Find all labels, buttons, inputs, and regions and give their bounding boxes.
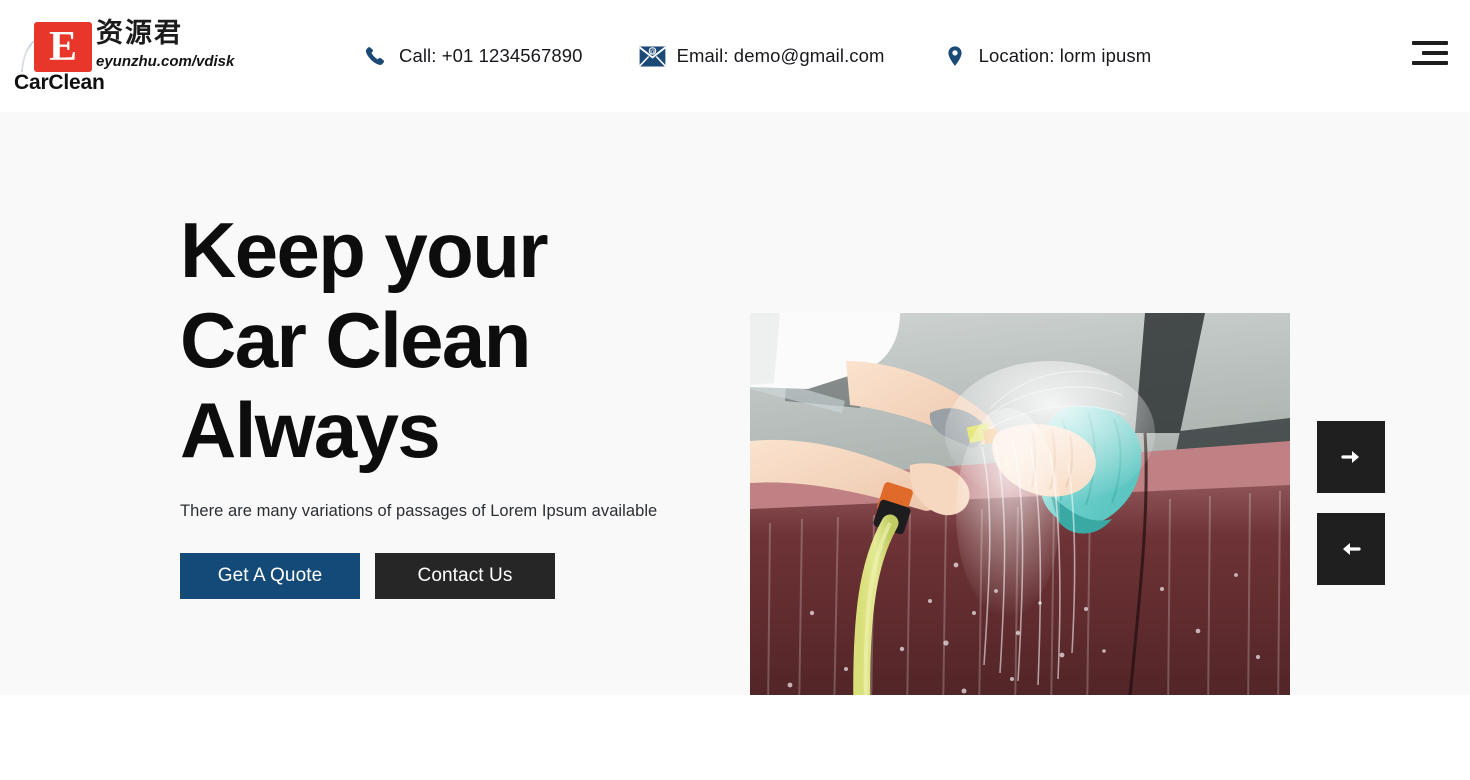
watermark-chinese-text: 资源君	[96, 18, 183, 49]
brand-name: CarClean	[14, 71, 105, 94]
watermark-logo-letter: E	[48, 24, 77, 70]
hamburger-bar-middle	[1422, 51, 1448, 55]
contact-item-location[interactable]: Location: lorm ipusm	[940, 40, 1152, 72]
map-pin-icon	[940, 41, 970, 71]
hero-action-buttons: Get A Quote Contact Us	[180, 553, 720, 599]
envelope-at-icon: @	[638, 41, 668, 71]
hero-slider-nav	[1317, 421, 1385, 585]
slider-next-button[interactable]	[1317, 421, 1385, 493]
landing-page: CarClean E 资源君 eyunzhu.com/vdisk Call: +…	[0, 0, 1470, 780]
watermark-swoosh-icon	[21, 40, 35, 73]
header-contact-strip: Call: +01 1234567890 @ Email: demo@gmail…	[360, 40, 1151, 72]
hamburger-bar-top	[1412, 41, 1448, 45]
watermark-overlay: E 资源君 eyunzhu.com/vdisk	[18, 10, 234, 78]
arrow-right-icon	[1341, 451, 1359, 463]
svg-text:@: @	[650, 49, 656, 55]
hero-title-line-3: Always	[180, 386, 441, 474]
contact-email-text: Email: demo@gmail.com	[676, 45, 885, 66]
hero-copy: Keep your Car Clean Always There are man…	[180, 205, 720, 599]
contact-phone-text: Call: +01 1234567890	[399, 45, 583, 66]
arrow-left-icon	[1343, 543, 1361, 555]
hero-title-line-2: Car Clean	[180, 296, 531, 384]
contact-item-phone[interactable]: Call: +01 1234567890	[360, 40, 583, 72]
get-a-quote-button[interactable]: Get A Quote	[180, 553, 360, 599]
below-fold-band	[0, 695, 1470, 780]
site-header: CarClean E 资源君 eyunzhu.com/vdisk Call: +…	[0, 0, 1470, 112]
hero-image	[750, 313, 1290, 716]
hero-subtitle: There are many variations of passages of…	[180, 502, 658, 520]
phone-icon	[360, 41, 390, 71]
contact-us-button[interactable]: Contact Us	[375, 553, 555, 599]
hero-section: Keep your Car Clean Always There are man…	[0, 112, 1470, 716]
watermark-logo-badge: E	[34, 22, 92, 72]
brand-logo[interactable]: CarClean E 资源君 eyunzhu.com/vdisk	[14, 8, 234, 104]
hero-image-illustration	[750, 313, 1290, 716]
hero-title: Keep your Car Clean Always	[180, 205, 720, 475]
contact-location-text: Location: lorm ipusm	[978, 45, 1152, 66]
watermark-url-text: eyunzhu.com/vdisk	[96, 53, 235, 70]
hamburger-menu-icon[interactable]	[1412, 38, 1448, 66]
hero-title-line-1: Keep your	[180, 206, 549, 294]
hamburger-bar-bottom	[1412, 61, 1448, 65]
contact-item-email[interactable]: @ Email: demo@gmail.com	[638, 40, 885, 72]
slider-prev-button[interactable]	[1317, 513, 1385, 585]
